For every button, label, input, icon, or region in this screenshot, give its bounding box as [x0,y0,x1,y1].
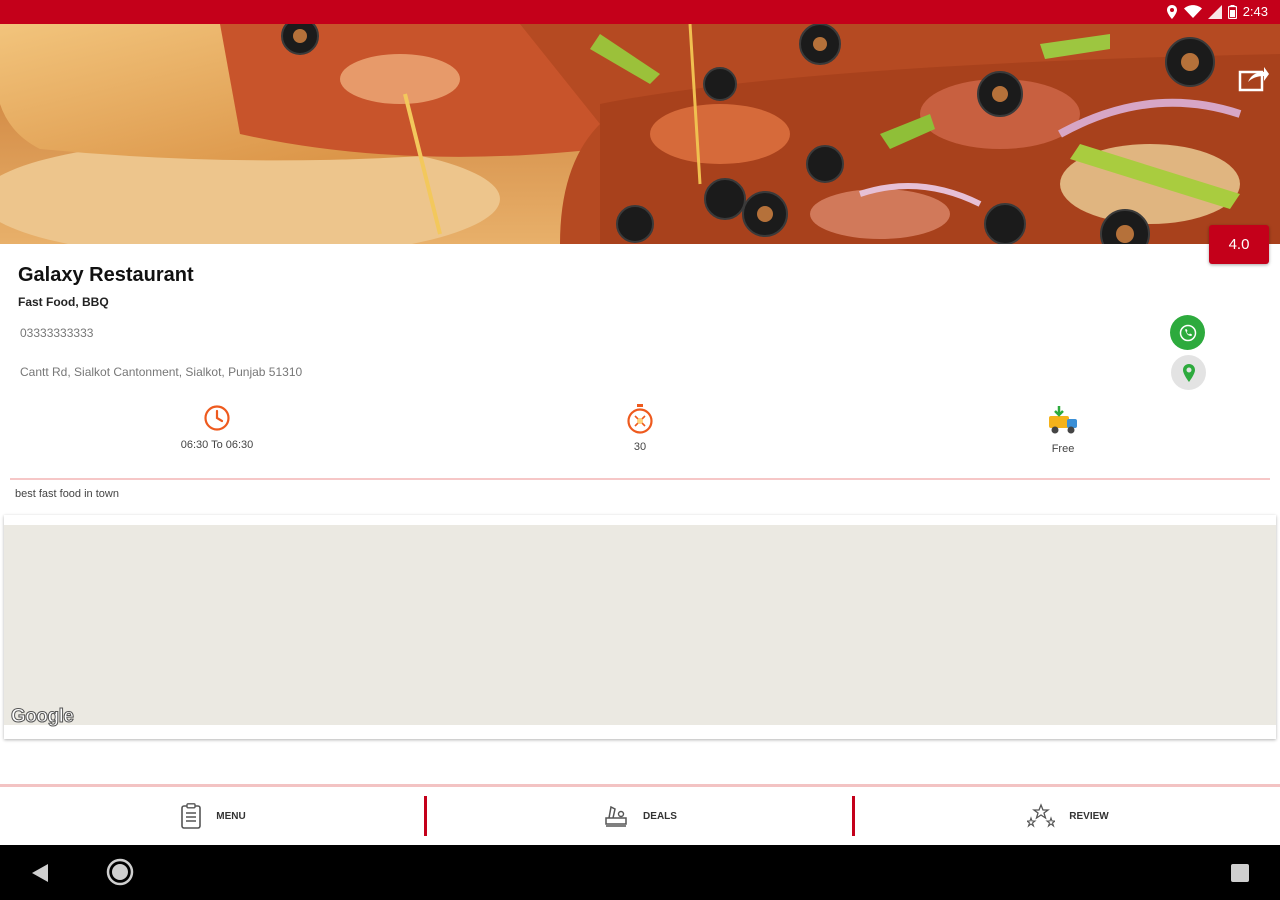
pizza-photo [0,24,1280,244]
restaurant-phone: 03333333333 [20,326,94,340]
map-view[interactable]: Google [4,525,1276,728]
recents-button[interactable] [1230,863,1250,888]
tab-deals-label: DEALS [643,810,677,822]
share-icon [1238,67,1269,92]
location-icon [1166,4,1177,19]
share-button[interactable] [1238,64,1270,92]
tab-menu-label: MENU [216,810,246,822]
delivery-time-text: 30 [633,441,647,453]
info-delivery-fee: Free [983,404,1143,455]
restaurant-name: Galaxy Restaurant [18,264,194,286]
clock-icon [204,405,230,431]
delivery-fee-text: Free [1051,443,1075,455]
tab-review-label: REVIEW [1069,810,1109,822]
rating-badge: 4.0 [1209,225,1269,264]
call-button[interactable] [1170,315,1205,350]
home-circle-icon [106,858,134,886]
tab-review[interactable]: REVIEW [855,787,1280,845]
home-button[interactable] [106,858,134,891]
status-time: 2:43 [1242,4,1268,19]
stopwatch-icon [627,404,653,434]
info-hours: 06:30 To 06:30 [137,404,297,451]
battery-icon [1227,4,1237,19]
hero-image [0,24,1280,244]
back-triangle-icon [32,864,48,882]
phone-icon [1179,324,1196,341]
recents-square-icon [1231,864,1249,882]
menu-clipboard-icon [181,803,202,829]
tab-deals[interactable]: DEALS [427,787,853,845]
back-button[interactable] [31,863,49,888]
status-icons: 2:43 [1166,4,1268,19]
tab-menu[interactable]: MENU [0,787,426,845]
wifi-icon [1183,4,1202,18]
map-pin-icon [1182,363,1195,382]
hours-text: 06:30 To 06:30 [180,439,254,451]
restaurant-description: best fast food in town [15,488,119,500]
divider [10,478,1270,480]
delivery-truck-icon [1049,406,1077,434]
location-button[interactable] [1171,355,1206,390]
info-delivery-time: 30 [560,404,720,453]
system-nav-bar [0,845,1280,900]
restaurant-address: Cantt Rd, Sialkot Cantonment, Sialkot, P… [20,365,303,379]
map-card: Google [4,515,1276,739]
restaurant-cuisine: Fast Food, BBQ [18,295,109,309]
tab-bar: MENU DEALS REVIEW [0,787,1280,845]
status-bar: 2:43 [0,0,1280,24]
signal-icon [1207,4,1222,19]
deals-chef-icon [605,805,627,827]
review-stars-icon [1027,803,1056,828]
google-logo: Google [10,706,74,728]
